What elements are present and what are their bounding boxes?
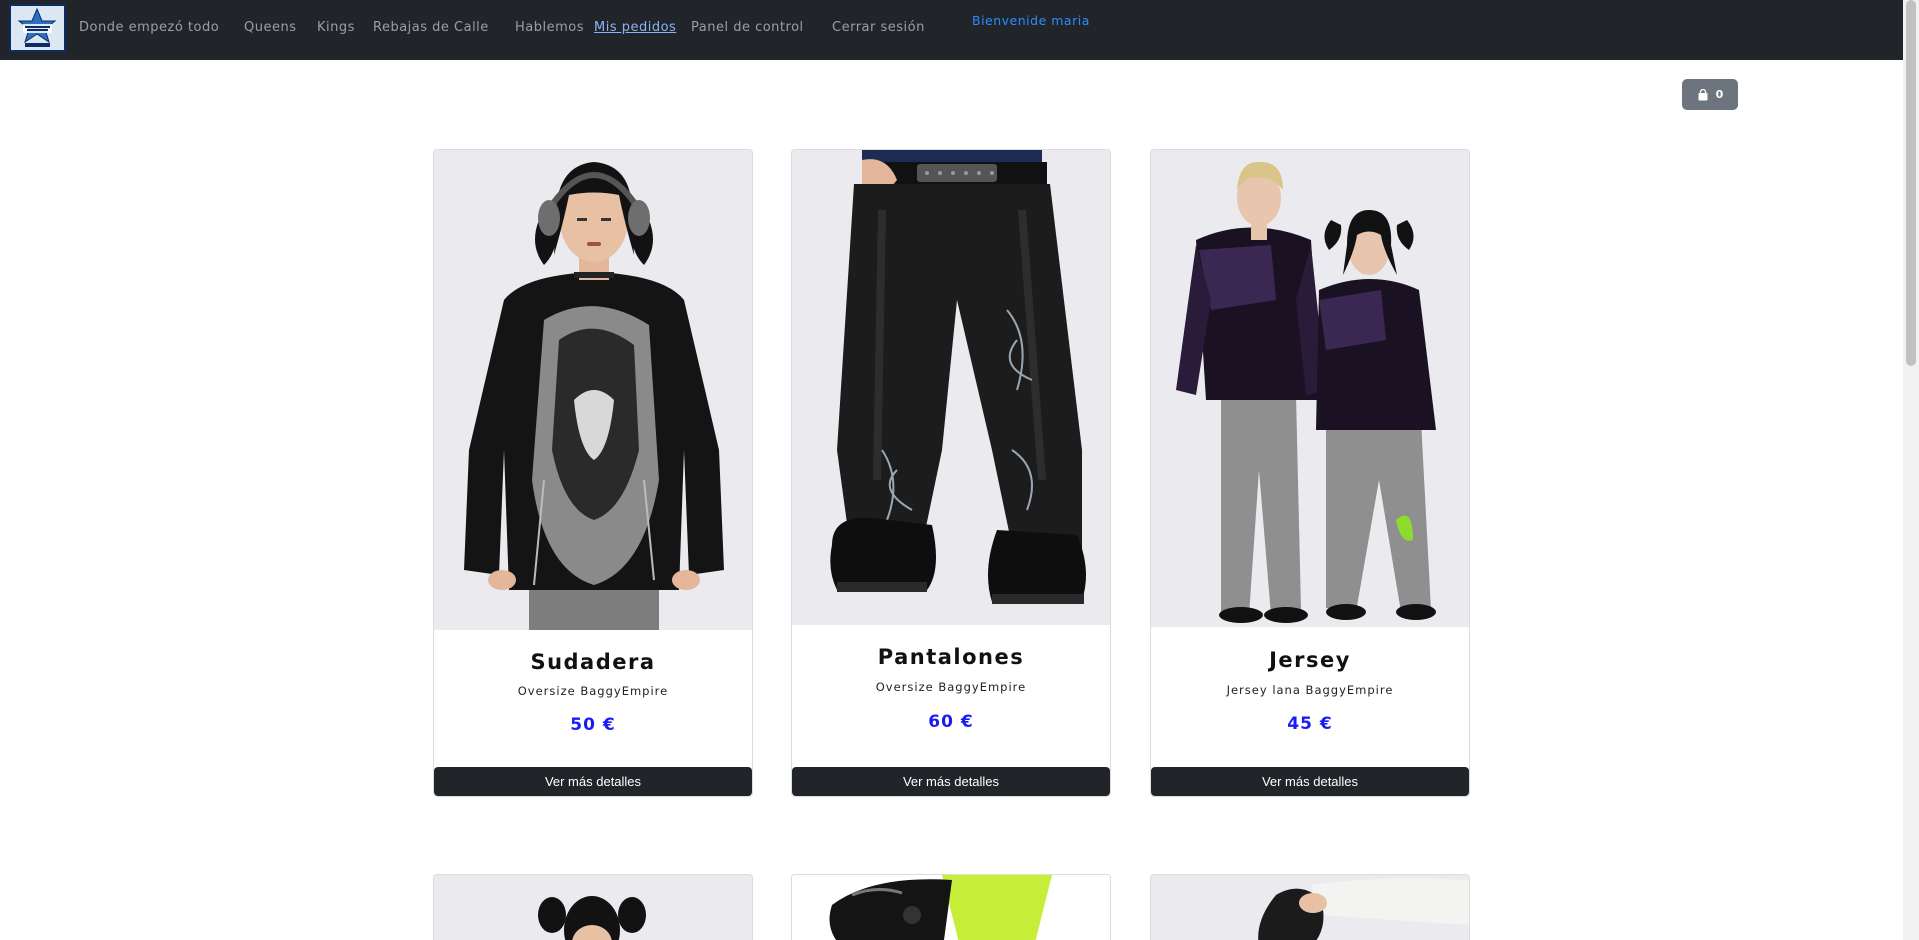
view-details-button[interactable]: Ver más detalles	[1151, 767, 1469, 796]
nav-link-panel-de-control[interactable]: Panel de control	[691, 20, 804, 35]
nav-link-donde-empezo-todo[interactable]: Donde empezó todo	[79, 20, 219, 35]
product-card-pantalones: Pantalones Oversize BaggyEmpire 60 € Ver…	[791, 149, 1111, 797]
welcome-message: Bienvenide maria	[972, 13, 1090, 28]
product-title: Jersey	[1269, 648, 1351, 672]
product-price: 45 €	[1287, 714, 1333, 734]
product-image[interactable]	[1151, 875, 1469, 940]
nav-link-hablemos[interactable]: Hablemos	[515, 20, 584, 35]
product-subtitle: Oversize BaggyEmpire	[517, 684, 669, 698]
nav-link-mis-pedidos[interactable]: Mis pedidos	[594, 20, 676, 35]
cart-count: 0	[1715, 88, 1724, 101]
product-image[interactable]	[434, 875, 752, 940]
product-image-sudadera[interactable]	[434, 150, 752, 630]
product-image-pantalones[interactable]	[792, 150, 1110, 625]
cart-button[interactable]: 0	[1682, 79, 1738, 110]
product-card	[1150, 874, 1470, 940]
top-navbar: Donde empezó todo Queens Kings Rebajas d…	[0, 0, 1903, 60]
brand-logo[interactable]	[9, 4, 66, 52]
product-card-jersey: Jersey Jersey lana BaggyEmpire 45 € Ver …	[1150, 149, 1470, 797]
scrollbar-thumb[interactable]	[1906, 0, 1916, 366]
nav-link-queens[interactable]: Queens	[244, 20, 296, 35]
product-image-jersey[interactable]	[1151, 150, 1469, 627]
product-price: 50 €	[570, 715, 616, 735]
product-card	[791, 874, 1111, 940]
product-title: Sudadera	[530, 650, 656, 674]
view-details-button[interactable]: Ver más detalles	[434, 767, 752, 796]
product-image[interactable]	[792, 875, 1110, 940]
product-subtitle: Oversize BaggyEmpire	[875, 680, 1027, 694]
nav-link-rebajas-de-calle[interactable]: Rebajas de Calle	[373, 20, 489, 35]
nav-link-kings[interactable]: Kings	[317, 20, 355, 35]
shopping-bag-icon	[1697, 88, 1709, 101]
nav-link-cerrar-sesion[interactable]: Cerrar sesión	[832, 20, 925, 35]
product-card-sudadera: Sudadera Oversize BaggyEmpire 50 € Ver m…	[433, 149, 753, 797]
product-price: 60 €	[928, 712, 974, 732]
product-card	[433, 874, 753, 940]
product-subtitle: Jersey lana BaggyEmpire	[1226, 683, 1394, 697]
product-title: Pantalones	[877, 645, 1025, 669]
view-details-button[interactable]: Ver más detalles	[792, 767, 1110, 796]
